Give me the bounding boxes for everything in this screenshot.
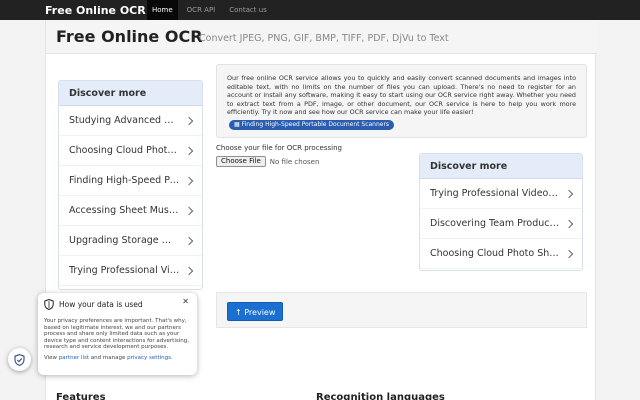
upload-label: Choose your file for OCR processing	[216, 144, 342, 152]
discover-item[interactable]: Upgrading Storage With Cloud Services	[59, 226, 202, 256]
discover-heading: Discover more	[59, 81, 202, 106]
privacy-popup: How your data is used ✕ Your privacy pre…	[38, 293, 197, 375]
nav-contact[interactable]: Contact us	[224, 0, 272, 20]
chevron-right-icon	[184, 146, 194, 155]
partner-list-link[interactable]: partner list	[59, 355, 89, 361]
discover-more-right: Discover more Trying Professional Video …	[419, 153, 583, 271]
file-input: Choose File No file chosen	[216, 156, 319, 167]
discover-item[interactable]: Trying Professional Video Editing Softwa…	[59, 256, 202, 286]
top-navbar: Free Online OCR Home OCR API Contact us	[0, 0, 640, 20]
discover-heading: Discover more	[420, 154, 582, 179]
privacy-title: How your data is used	[59, 300, 143, 309]
preview-button[interactable]: ↑ Preview	[227, 302, 284, 321]
chevron-right-icon	[184, 206, 194, 215]
nav-ocr-api[interactable]: OCR API	[182, 0, 221, 20]
description-well: Our free online OCR service allows you t…	[216, 64, 587, 138]
page-header: Free Online OCR Convert JPEG, PNG, GIF, …	[46, 20, 597, 54]
discover-item[interactable]: Finding High-Speed Portable Document Sca…	[59, 166, 202, 196]
grid-icon: ▦	[234, 121, 240, 128]
privacy-footer: View partner list and manage privacy set…	[44, 354, 173, 361]
privacy-settings-link[interactable]: privacy settings	[127, 355, 171, 361]
chevron-right-icon	[564, 189, 574, 198]
chevron-right-icon	[184, 176, 194, 185]
discover-item[interactable]: Choosing Cloud Photo Sharing Services	[420, 239, 582, 269]
discover-item[interactable]: Accessing Sheet Music Online	[59, 196, 202, 226]
chevron-right-icon	[184, 236, 194, 245]
languages-heading: Recognition languages	[316, 392, 445, 400]
chevron-right-icon	[564, 249, 574, 258]
chevron-right-icon	[184, 266, 194, 275]
navbar-brand[interactable]: Free Online OCR	[45, 4, 147, 17]
discover-item[interactable]: Discovering Team Productivity Tools	[420, 209, 582, 239]
chevron-right-icon	[564, 219, 574, 228]
privacy-settings-button[interactable]	[8, 348, 31, 371]
features-heading: Features	[56, 392, 106, 400]
preview-area: ↑ Preview	[216, 292, 587, 328]
arrow-up-icon: ↑	[235, 308, 242, 317]
description-text: Our free online OCR service allows you t…	[227, 74, 576, 117]
discover-item[interactable]: Studying Advanced Computer Science	[59, 106, 202, 136]
choose-file-button[interactable]: Choose File	[216, 156, 266, 167]
discover-item[interactable]: Choosing Cloud Photo Storage	[59, 136, 202, 166]
chevron-right-icon	[184, 116, 194, 125]
page-title: Free Online OCR	[56, 27, 203, 46]
privacy-body: Your privacy preferences are important. …	[44, 318, 189, 351]
shield-check-icon	[14, 353, 25, 366]
discover-item[interactable]: Trying Professional Video Editing Softwa…	[420, 179, 582, 209]
close-icon[interactable]: ✕	[182, 297, 189, 306]
nav-home[interactable]: Home	[147, 0, 178, 20]
discover-more-left: Discover more Studying Advanced Computer…	[58, 80, 203, 290]
promo-chip[interactable]: ▦ Finding High-Speed Portable Document S…	[229, 120, 395, 130]
page-subtitle: Convert JPEG, PNG, GIF, BMP, TIFF, PDF, …	[199, 33, 449, 44]
file-status: No file chosen	[269, 157, 320, 166]
shield-icon	[44, 299, 54, 310]
